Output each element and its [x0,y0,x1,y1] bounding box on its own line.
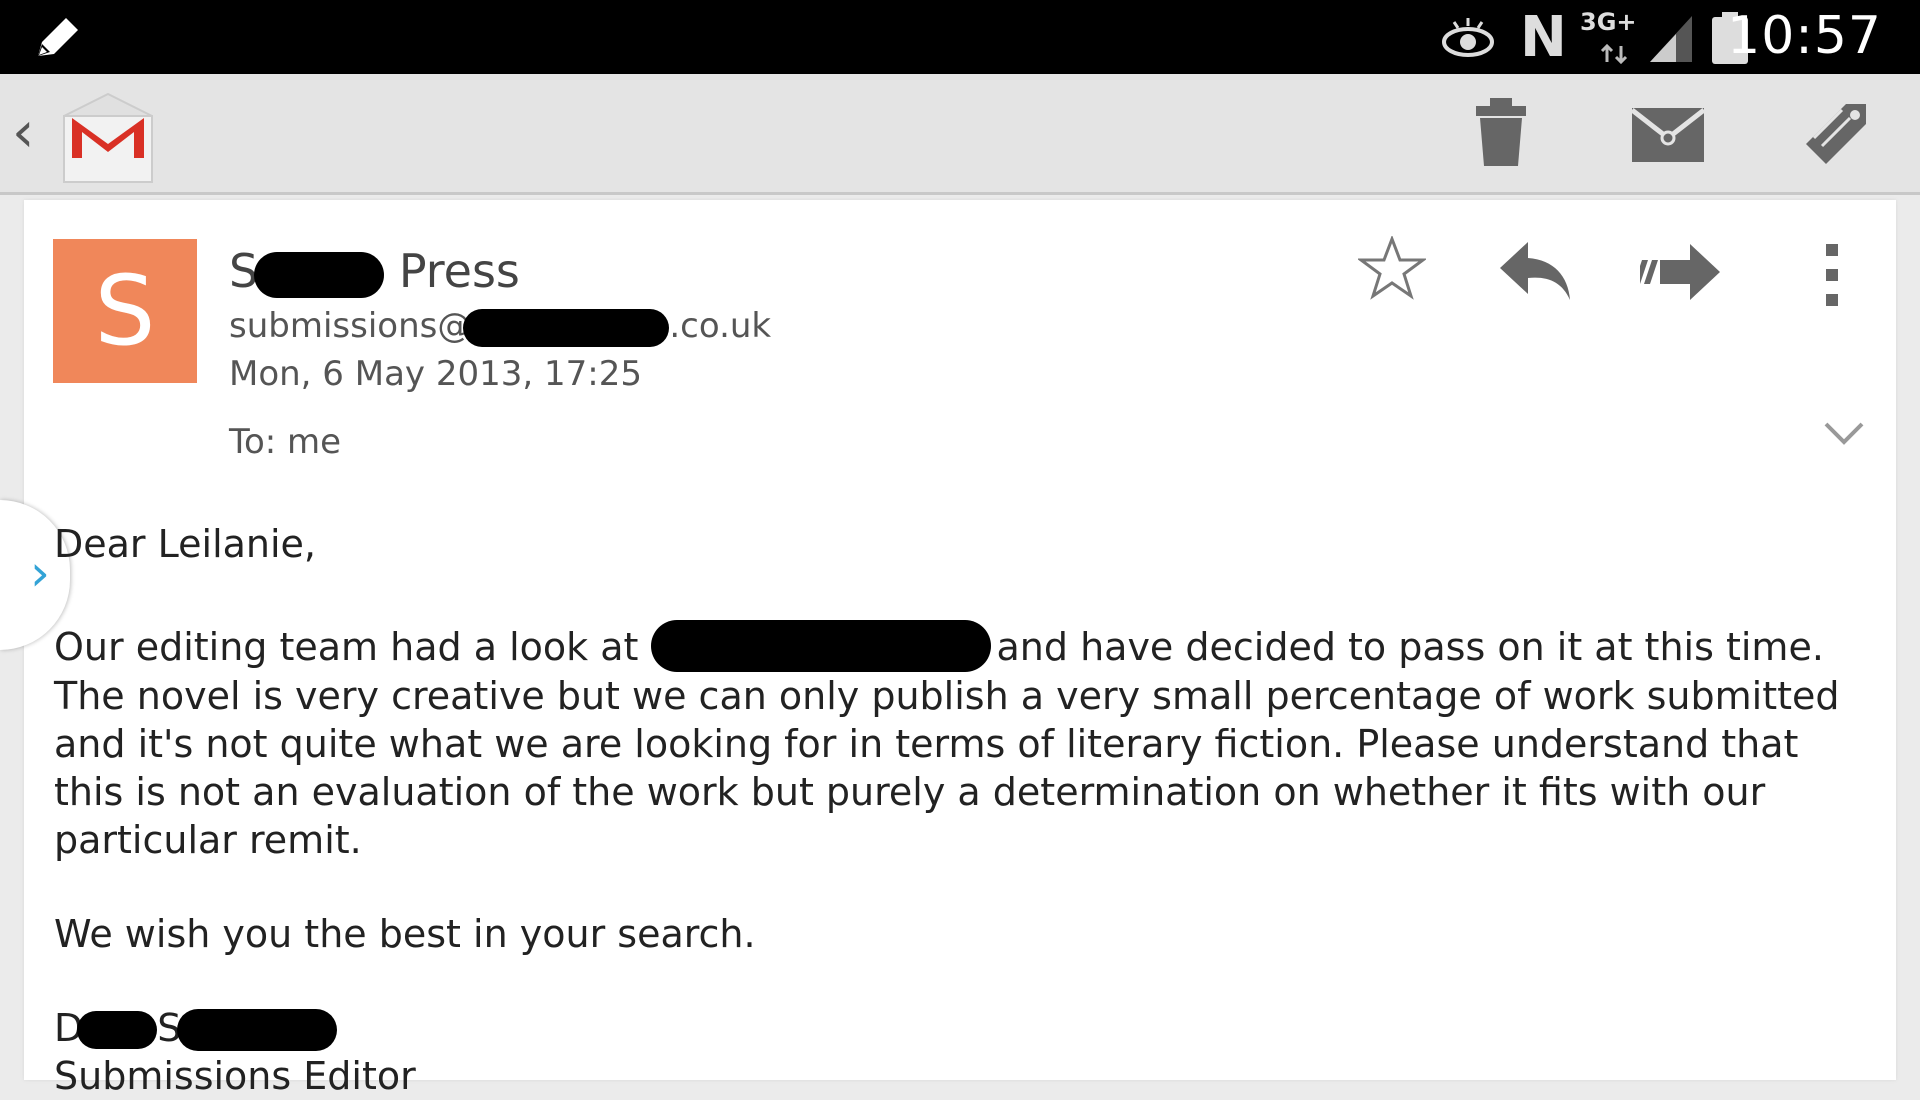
back-button[interactable]: ‹ [12,100,34,165]
forward-icon[interactable] [1640,242,1722,302]
gmail-logo-icon[interactable] [62,92,154,184]
paragraph: Our editing team had a look at and have … [54,619,1874,864]
star-icon[interactable] [1358,236,1426,300]
email-start: submissions@ [229,306,472,346]
redaction [650,619,991,672]
sender-name: S Press [229,244,520,298]
message-date: Mon, 6 May 2013, 17:25 [229,354,642,394]
overflow-menu-icon[interactable] [1820,244,1844,306]
redaction [177,1009,338,1051]
clock: 10:57 [1727,6,1882,66]
sender-avatar[interactable]: S [53,239,197,383]
message-body: Dear Leilanie, Our editing team had a lo… [54,520,1874,1100]
reply-icon[interactable] [1498,240,1574,302]
paragraph-start: Our editing team had a look at [54,625,651,669]
message-card: S S Press submissions@ .co.uk Mon, 6 May … [0,200,1896,1098]
status-bar: N 3G+ 10:57 [0,0,1920,74]
sender-name-end: Press [398,244,520,298]
email-end: .co.uk [669,306,772,346]
signature-name: DS [54,1004,1874,1052]
pencil-icon [38,18,78,56]
greeting: Dear Leilanie, [54,522,317,566]
chevron-right-icon: › [30,544,50,602]
redaction [463,308,670,347]
nfc-icon: N [1520,5,1567,70]
closing-line: We wish you the best in your search. [54,911,756,956]
eye-icon [1442,18,1494,57]
redaction [254,251,385,298]
sender-email: submissions@ .co.uk [229,306,771,347]
signal-icon [1650,16,1692,62]
label-icon[interactable] [1800,98,1870,168]
network-type-label: 3G+ [1580,8,1637,36]
delete-icon[interactable] [1474,96,1528,168]
signature-title: Submissions Editor [54,1053,416,1098]
action-bar: ‹ [0,74,1920,195]
recipient-line[interactable]: To: me [229,422,341,462]
chevron-down-icon[interactable] [1824,422,1864,446]
network-arrows-icon [1600,44,1628,64]
redaction [77,1011,158,1049]
mark-unread-icon[interactable] [1632,108,1704,162]
